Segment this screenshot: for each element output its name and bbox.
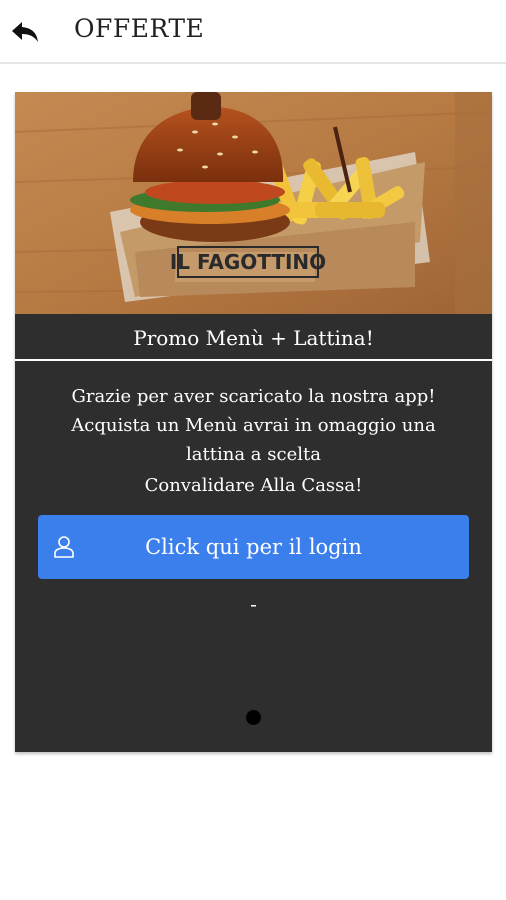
login-button-label: Click qui per il login <box>145 535 362 559</box>
offer-card: IL FAGOTTINO Promo Menù + Lattina! Grazi… <box>15 92 492 752</box>
app-bar: OFFERTE <box>0 0 506 64</box>
page-title: OFFERTE <box>74 14 205 43</box>
offer-description: Grazie per aver scaricato la nostra app!… <box>35 382 472 500</box>
box-brand-logo: IL FAGOTTINO <box>170 250 326 274</box>
description-line: lattina a scelta <box>186 444 321 465</box>
description-line: Grazie per aver scaricato la nostra app! <box>71 386 436 407</box>
offer-title: Promo Menù + Lattina! <box>15 314 492 361</box>
description-line: Acquista un Menù avrai in omaggio una <box>71 415 436 436</box>
description-line: Convalidare Alla Cassa! <box>144 475 363 496</box>
login-button[interactable]: Click qui per il login <box>38 515 469 579</box>
pagination-dot[interactable] <box>246 710 261 725</box>
back-arrow-icon[interactable] <box>8 18 42 46</box>
offer-code-placeholder: - <box>250 592 257 616</box>
offer-image: IL FAGOTTINO <box>15 92 492 314</box>
